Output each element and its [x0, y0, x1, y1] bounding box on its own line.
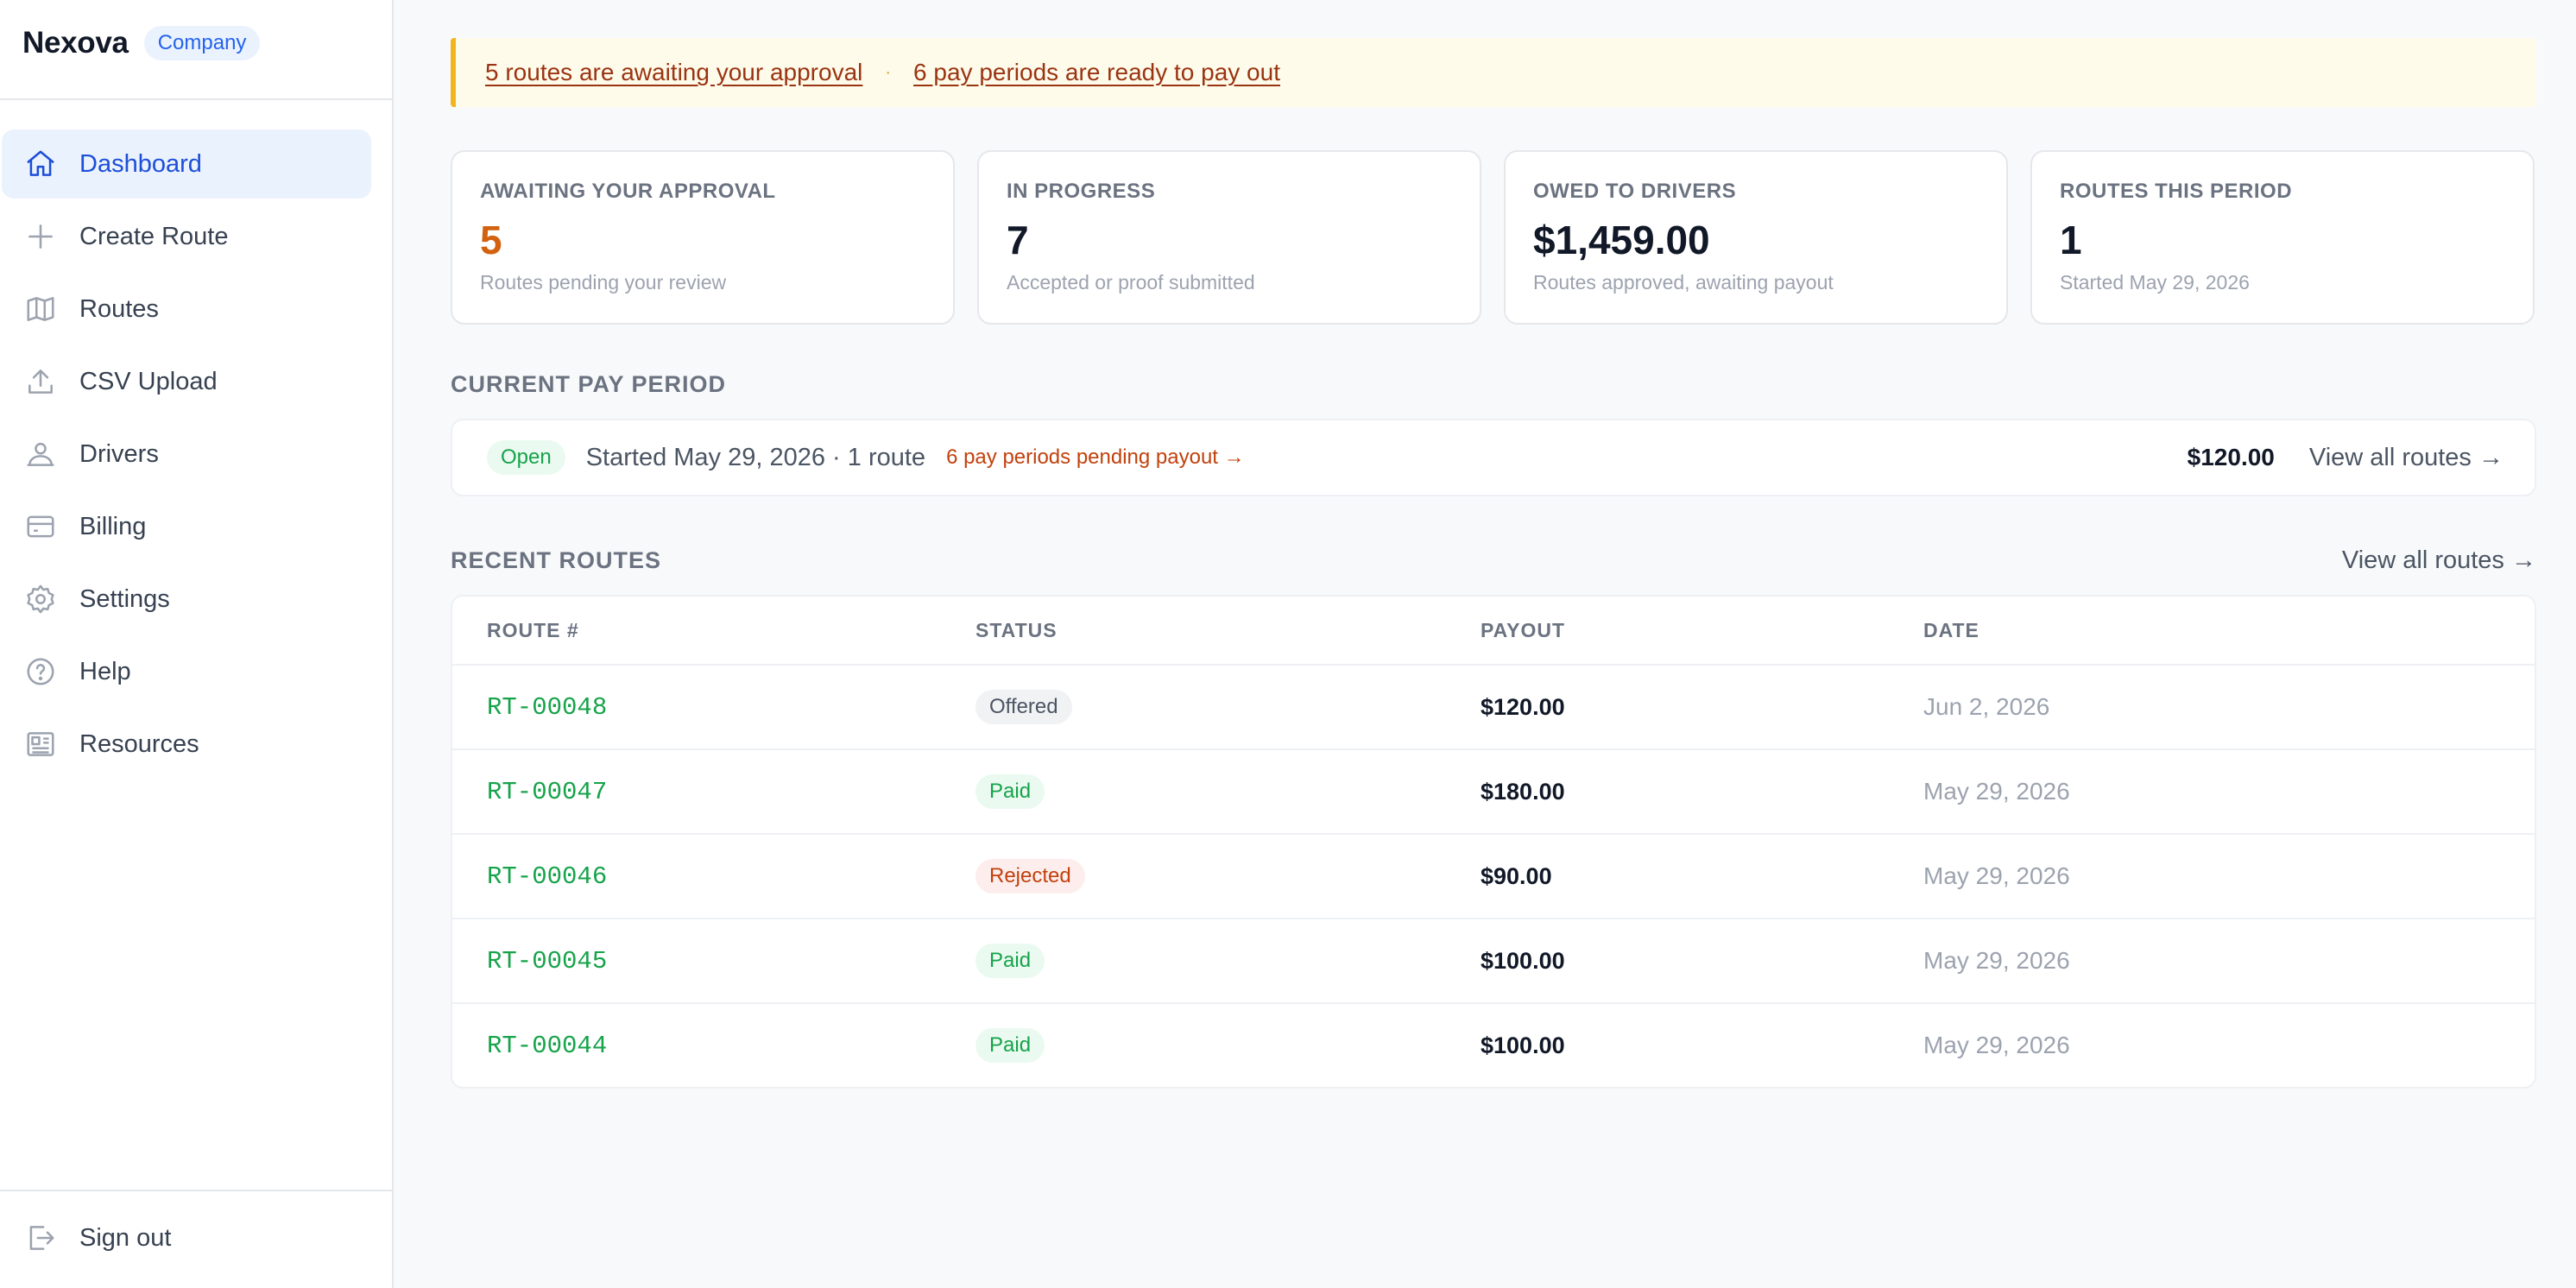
- sidebar-item-label: Billing: [79, 512, 147, 540]
- route-date: May 29, 2026: [1923, 862, 2070, 889]
- route-date: May 29, 2026: [1923, 778, 2070, 805]
- stat-label: OWED TO DRIVERS: [1533, 180, 1737, 203]
- sidebar-item-label: Create Route: [79, 222, 229, 250]
- view-all-routes-link[interactable]: View all routes →: [2342, 546, 2536, 575]
- payout-value: $90.00: [1481, 863, 1552, 889]
- table-row[interactable]: RT-00046 Rejected $90.00 May 29, 2026: [452, 833, 2535, 918]
- route-id-link[interactable]: RT-00044: [487, 1032, 607, 1060]
- sidebar-item-label: Drivers: [79, 439, 159, 468]
- sidebar-item-csv-upload[interactable]: CSV Upload: [2, 347, 371, 416]
- table-header: ROUTE # STATUS PAYOUT DATE: [452, 597, 2535, 664]
- column-header: PAYOUT: [1481, 618, 1566, 641]
- pay-period-heading: CURRENT PAY PERIOD: [451, 371, 727, 397]
- route-id-link[interactable]: RT-00047: [487, 778, 607, 806]
- sidebar-item-create-route[interactable]: Create Route: [2, 202, 371, 271]
- payout-value: $180.00: [1481, 779, 1565, 805]
- credit-card-icon: [24, 510, 79, 543]
- route-date: May 29, 2026: [1923, 1032, 2070, 1058]
- route-date: Jun 2, 2026: [1923, 693, 2050, 720]
- recent-routes-header: RECENT ROUTES View all routes →: [451, 543, 2536, 578]
- stat-value: 5: [480, 218, 502, 262]
- status-badge: Paid: [975, 1028, 1045, 1063]
- route-date: May 29, 2026: [1923, 947, 2070, 974]
- payout-value: $120.00: [1481, 694, 1565, 720]
- payout-value: $100.00: [1481, 948, 1565, 974]
- pay-period-view-routes-link[interactable]: View all routes →: [2309, 444, 2503, 472]
- status-badge: Open: [487, 440, 565, 475]
- plus-icon: [24, 220, 79, 253]
- stat-label: IN PROGRESS: [1007, 180, 1156, 203]
- brand-header: Nexova Company: [0, 0, 392, 100]
- sidebar-item-billing[interactable]: Billing: [2, 492, 371, 561]
- newspaper-icon: [24, 728, 79, 761]
- stat-card-owed-to-drivers[interactable]: OWED TO DRIVERS $1,459.00 Routes approve…: [1504, 150, 2008, 325]
- sign-out-icon: [24, 1222, 79, 1254]
- sidebar-item-routes[interactable]: Routes: [2, 275, 371, 344]
- status-badge: Rejected: [975, 859, 1085, 893]
- status-badge: Offered: [975, 690, 1072, 724]
- stat-card-in-progress[interactable]: IN PROGRESS 7 Accepted or proof submitte…: [977, 150, 1481, 325]
- sidebar-item-dashboard[interactable]: Dashboard: [2, 129, 371, 199]
- gear-icon: [24, 583, 79, 616]
- drivers-icon: [24, 438, 79, 470]
- stat-subtext: Routes pending your review: [480, 271, 727, 294]
- table-row[interactable]: RT-00047 Paid $180.00 May 29, 2026: [452, 748, 2535, 833]
- table-row[interactable]: RT-00044 Paid $100.00 May 29, 2026: [452, 1002, 2535, 1087]
- stat-label: AWAITING YOUR APPROVAL: [480, 180, 776, 203]
- sidebar-item-label: Routes: [79, 294, 159, 323]
- sidebar-item-label: Resources: [79, 729, 199, 758]
- sidebar-item-label: Help: [79, 657, 131, 685]
- stats-row: AWAITING YOUR APPROVAL 5 Routes pending …: [451, 150, 2536, 325]
- main-content: 5 routes are awaiting your approval · 6 …: [451, 0, 2536, 1089]
- table-row[interactable]: RT-00048 Offered $120.00 Jun 2, 2026: [452, 664, 2535, 748]
- sign-out-button[interactable]: Sign out: [2, 1203, 371, 1272]
- stat-subtext: Routes approved, awaiting payout: [1533, 271, 1834, 294]
- sidebar-item-label: CSV Upload: [79, 367, 218, 395]
- status-badge: Paid: [975, 944, 1045, 978]
- status-badge: Paid: [975, 774, 1045, 809]
- pay-period-summary: Started May 29, 2026 · 1 route: [585, 443, 926, 471]
- sidebar-item-drivers[interactable]: Drivers: [2, 420, 371, 489]
- upload-icon: [24, 365, 79, 398]
- pending-payout-link[interactable]: 6 pay periods pending payout →: [946, 445, 1245, 470]
- recent-routes-heading: RECENT ROUTES: [451, 546, 662, 573]
- payout-value: $100.00: [1481, 1032, 1565, 1058]
- stat-label: ROUTES THIS PERIOD: [2060, 180, 2293, 203]
- sidebar-nav: Dashboard Create Route Routes CSV Upload…: [0, 100, 392, 779]
- approval-alert-link[interactable]: 5 routes are awaiting your approval: [485, 59, 862, 86]
- stat-subtext: Started May 29, 2026: [2060, 271, 2250, 294]
- sidebar-footer: Sign out: [0, 1190, 392, 1288]
- sidebar-item-label: Settings: [79, 584, 170, 613]
- table-row[interactable]: RT-00045 Paid $100.00 May 29, 2026: [452, 918, 2535, 1002]
- pay-period-card: Open Started May 29, 2026 · 1 route 6 pa…: [451, 419, 2536, 496]
- column-header: DATE: [1923, 618, 1979, 641]
- column-header: ROUTE #: [487, 618, 579, 641]
- brand-logo[interactable]: Nexova: [22, 26, 129, 60]
- account-type-badge: Company: [143, 26, 261, 60]
- payout-alert-link[interactable]: 6 pay periods are ready to pay out: [913, 59, 1280, 86]
- sidebar-item-settings[interactable]: Settings: [2, 565, 371, 634]
- stat-value: $1,459.00: [1533, 218, 1710, 262]
- sidebar-item-help[interactable]: Help: [2, 637, 371, 706]
- route-id-link[interactable]: RT-00045: [487, 947, 607, 975]
- stat-subtext: Accepted or proof submitted: [1007, 271, 1255, 294]
- stat-value: 7: [1007, 218, 1029, 262]
- stat-card-routes-this-period[interactable]: ROUTES THIS PERIOD 1 Started May 29, 202…: [2030, 150, 2535, 325]
- alert-separator: ·: [885, 62, 892, 82]
- home-icon: [24, 148, 79, 180]
- route-id-link[interactable]: RT-00048: [487, 693, 607, 722]
- sidebar: Nexova Company Dashboard Create Route Ro…: [0, 0, 394, 1288]
- help-icon: [24, 655, 79, 688]
- sidebar-item-resources[interactable]: Resources: [2, 710, 371, 779]
- sign-out-label: Sign out: [79, 1223, 172, 1252]
- route-id-link[interactable]: RT-00046: [487, 862, 607, 891]
- column-header: STATUS: [975, 618, 1058, 641]
- sidebar-item-label: Dashboard: [79, 149, 202, 178]
- stat-card-awaiting-approval[interactable]: AWAITING YOUR APPROVAL 5 Routes pending …: [451, 150, 955, 325]
- alert-banner: 5 routes are awaiting your approval · 6 …: [451, 38, 2536, 107]
- stat-value: 1: [2060, 218, 2082, 262]
- pay-period-amount: $120.00: [2187, 444, 2275, 470]
- recent-routes-table: ROUTE # STATUS PAYOUT DATE RT-00048 Offe…: [451, 595, 2536, 1089]
- map-icon: [24, 293, 79, 325]
